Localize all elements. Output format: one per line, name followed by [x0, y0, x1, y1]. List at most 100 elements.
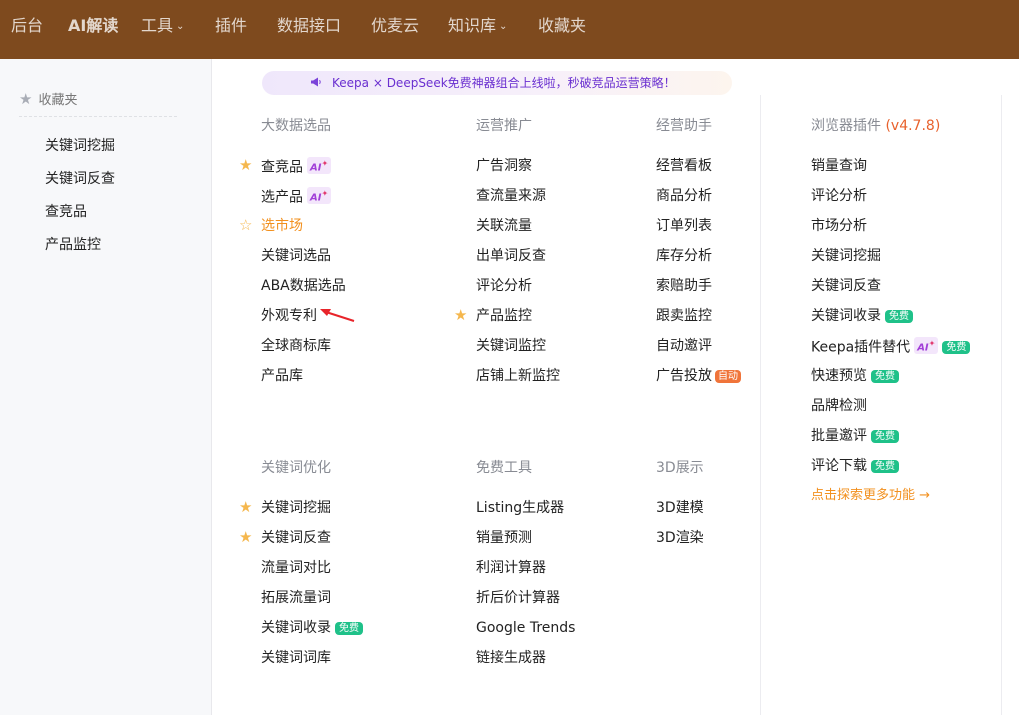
menu-item-keyword-reverse[interactable]: 关键词反查: [811, 277, 881, 295]
menu-item-hijack-monitor[interactable]: 跟卖监控: [656, 307, 712, 325]
nav-item-youmaiyun[interactable]: 优麦云: [371, 16, 419, 36]
menu-item-keyword-reverse[interactable]: 关键词反查: [261, 529, 331, 547]
top-navigation-bar: 后台 AI解读 工具 ⌄ 插件 数据接口 优麦云 知识库 ⌄ 收藏夹: [0, 0, 1019, 59]
menu-item-keyword-library[interactable]: 关键词词库: [261, 649, 331, 667]
ai-tag-label: AI: [917, 342, 929, 354]
favorites-sidebar: [0, 59, 212, 715]
menu-item-dashboard[interactable]: 经营看板: [656, 157, 712, 175]
sparkle-icon: ✦: [321, 159, 329, 168]
column-divider: [760, 95, 761, 715]
section-title-free-tools: 免费工具: [476, 460, 532, 476]
menu-item-competitor[interactable]: 查竞品 AI✦: [261, 157, 332, 176]
chevron-down-icon: ⌄: [499, 21, 508, 32]
section-title-3d-display: 3D展示: [656, 460, 704, 476]
menu-item-select-product[interactable]: 选产品 AI✦: [261, 187, 332, 206]
menu-item-auto-review[interactable]: 自动邀评: [656, 337, 712, 355]
menu-item-quick-preview[interactable]: 快速预览 免费: [811, 367, 899, 385]
menu-item-batch-review[interactable]: 批量邀评 免费: [811, 427, 899, 445]
menu-item-keyword-selection[interactable]: 关键词选品: [261, 247, 331, 265]
menu-item-store-new-monitor[interactable]: 店铺上新监控: [476, 367, 560, 385]
menu-item-label: 查竞品: [261, 159, 303, 176]
menu-item-product-analysis[interactable]: 商品分析: [656, 187, 712, 205]
menu-item-related-traffic[interactable]: 关联流量: [476, 217, 532, 235]
nav-item-knowledge-base-label: 知识库: [448, 16, 497, 35]
menu-item-keyword-indexing[interactable]: 关键词收录 免费: [261, 619, 363, 637]
menu-item-traffic-source[interactable]: 查流量来源: [476, 187, 546, 205]
free-tag: 免费: [871, 430, 899, 443]
section-title-browser-plugin: 浏览器插件 (v4.7.8): [811, 117, 940, 135]
sidebar-item-competitor[interactable]: 查竞品: [45, 203, 87, 221]
menu-item-sales-forecast[interactable]: 销量预测: [476, 529, 532, 547]
menu-item-sales-query[interactable]: 销量查询: [811, 157, 867, 175]
menu-item-order-keyword[interactable]: 出单词反查: [476, 247, 546, 265]
menu-item-label: 关键词收录: [261, 620, 331, 636]
menu-item-product-library[interactable]: 产品库: [261, 367, 303, 385]
favorite-star-icon[interactable]: ★: [239, 157, 252, 173]
sidebar-item-keyword-mining[interactable]: 关键词挖掘: [45, 137, 115, 155]
explore-more-link[interactable]: 点击探索更多功能 →: [811, 487, 930, 505]
column-divider: [1001, 95, 1002, 715]
sidebar-title-label: 收藏夹: [38, 93, 78, 108]
explore-more-label: 点击探索更多功能: [811, 488, 916, 503]
red-pointer-arrow-icon: [320, 309, 355, 322]
sidebar-title: ★ 收藏夹: [19, 90, 77, 110]
menu-item-traffic-keyword-compare[interactable]: 流量词对比: [261, 559, 331, 577]
menu-item-review-analysis[interactable]: 评论分析: [811, 187, 867, 205]
ai-tag: AI✦: [307, 157, 332, 175]
sidebar-item-product-monitor[interactable]: 产品监控: [45, 236, 101, 254]
menu-item-inventory[interactable]: 库存分析: [656, 247, 712, 265]
free-tag: 免费: [885, 310, 913, 323]
favorite-star-icon[interactable]: ★: [239, 529, 252, 545]
nav-item-data-api[interactable]: 数据接口: [277, 16, 341, 36]
favorite-star-outline-icon[interactable]: ☆: [239, 217, 252, 233]
announcement-banner[interactable]: Keepa × DeepSeek免费神器组合上线啦，秒破竞品运营策略！: [262, 71, 732, 95]
auto-tag: 自动: [715, 370, 741, 383]
menu-item-3d-modeling[interactable]: 3D建模: [656, 499, 704, 517]
sidebar-divider: [19, 116, 177, 117]
sidebar-item-keyword-reverse[interactable]: 关键词反查: [45, 170, 115, 188]
nav-item-ai-interpret[interactable]: AI解读: [68, 16, 118, 36]
menu-item-market-analysis[interactable]: 市场分析: [811, 217, 867, 235]
ai-tag-label: AI: [310, 192, 322, 204]
ai-tag: AI✦: [914, 337, 939, 355]
menu-item-brand-check[interactable]: 品牌检测: [811, 397, 867, 415]
menu-item-select-market[interactable]: 选市场: [261, 217, 303, 235]
nav-item-plugins[interactable]: 插件: [215, 16, 247, 36]
menu-item-expand-traffic-keyword[interactable]: 拓展流量词: [261, 589, 331, 607]
menu-item-review-analysis[interactable]: 评论分析: [476, 277, 532, 295]
menu-item-keyword-mining[interactable]: 关键词挖掘: [261, 499, 331, 517]
nav-item-tools[interactable]: 工具 ⌄: [141, 16, 184, 37]
menu-item-ad-placement[interactable]: 广告投放 自动: [656, 367, 741, 385]
favorite-star-icon[interactable]: ★: [239, 499, 252, 515]
nav-item-knowledge-base[interactable]: 知识库 ⌄: [448, 16, 507, 37]
menu-item-review-download[interactable]: 评论下载 免费: [811, 457, 899, 475]
menu-item-3d-rendering[interactable]: 3D渲染: [656, 529, 704, 547]
free-tag: 免费: [871, 460, 899, 473]
arrow-right-icon: →: [919, 488, 931, 503]
menu-item-keepa-alternative[interactable]: Keepa插件替代 AI✦ 免费: [811, 337, 971, 356]
menu-item-discount-calculator[interactable]: 折后价计算器: [476, 589, 560, 607]
menu-item-order-list[interactable]: 订单列表: [656, 217, 712, 235]
menu-item-keyword-mining[interactable]: 关键词挖掘: [811, 247, 881, 265]
menu-item-google-trends[interactable]: Google Trends: [476, 619, 575, 637]
nav-item-backend[interactable]: 后台: [11, 16, 43, 36]
section-title-keyword-optimization: 关键词优化: [261, 460, 331, 476]
free-tag: 免费: [942, 341, 971, 355]
menu-item-claim-assistant[interactable]: 索赔助手: [656, 277, 712, 295]
menu-item-aba-data[interactable]: ABA数据选品: [261, 277, 346, 295]
menu-item-product-monitor[interactable]: 产品监控: [476, 307, 532, 325]
menu-item-keyword-indexing[interactable]: 关键词收录 免费: [811, 307, 913, 325]
menu-item-link-generator[interactable]: 链接生成器: [476, 649, 546, 667]
banner-text: Keepa × DeepSeek免费神器组合上线啦，秒破竞品运营策略！: [332, 76, 676, 90]
menu-item-keyword-monitor[interactable]: 关键词监控: [476, 337, 546, 355]
menu-item-listing-generator[interactable]: Listing生成器: [476, 499, 564, 517]
free-tag: 免费: [871, 370, 899, 383]
menu-item-profit-calculator[interactable]: 利润计算器: [476, 559, 546, 577]
menu-item-design-patent[interactable]: 外观专利: [261, 307, 317, 325]
ai-tag: AI✦: [307, 187, 332, 205]
menu-item-label: 批量邀评: [811, 428, 867, 444]
nav-item-favorites[interactable]: 收藏夹: [538, 16, 586, 36]
menu-item-global-trademark[interactable]: 全球商标库: [261, 337, 331, 355]
favorite-star-icon[interactable]: ★: [454, 307, 467, 323]
menu-item-ad-insight[interactable]: 广告洞察: [476, 157, 532, 175]
